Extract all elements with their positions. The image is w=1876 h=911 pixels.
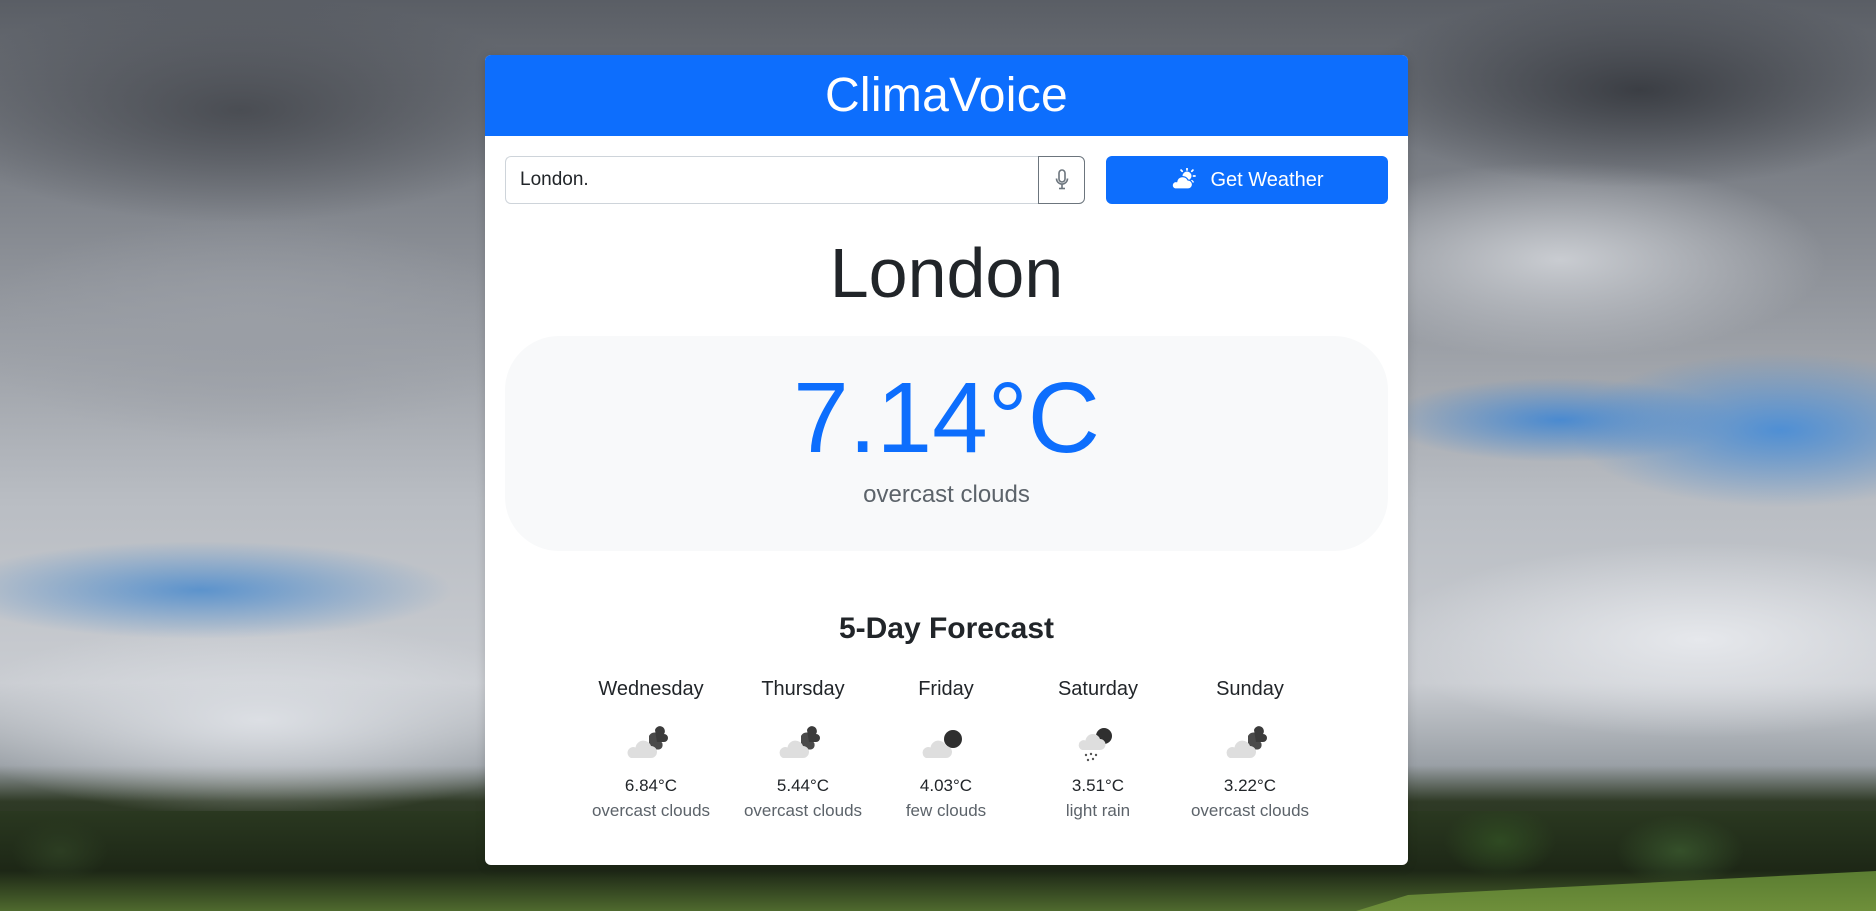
forecast-day-desc: overcast clouds: [1190, 801, 1310, 820]
app-title: ClimaVoice: [824, 69, 1069, 122]
forecast-day-temp: 5.44°C: [776, 776, 830, 795]
microphone-icon: [1055, 169, 1068, 190]
current-description: overcast clouds: [863, 481, 1030, 508]
weather-card: ClimaVoice London. Get Weather London 7.…: [485, 55, 1408, 865]
voice-input-button[interactable]: [1038, 156, 1085, 204]
forecast-day-desc: few clouds: [905, 801, 987, 820]
forecast-day-temp: 3.22°C: [1223, 776, 1277, 795]
forecast-day-temp: 3.51°C: [1071, 776, 1125, 795]
forecast-day-name: Thursday: [761, 678, 845, 700]
forecast-day: Saturday 3.51°C light rain: [1022, 677, 1174, 821]
forecast-day: Sunday 3.22°C overcast clouds: [1174, 677, 1326, 821]
few-clouds-icon: [922, 730, 962, 758]
forecast-day-name: Wednesday: [598, 678, 704, 700]
forecast-list: Wednesday 6.84°C overcast clouds Thursda…: [485, 677, 1408, 827]
forecast-day: Thursday 5.44°C overcast clouds: [727, 677, 879, 821]
forecast-day-temp: 6.84°C: [624, 776, 678, 795]
forecast-day-desc: light rain: [1065, 801, 1131, 820]
forecast-day: Friday 4.03°C few clouds: [870, 677, 1022, 821]
overcast-clouds-icon: [627, 726, 668, 758]
forecast-day-desc: overcast clouds: [743, 801, 863, 820]
overcast-clouds-icon: [779, 726, 820, 758]
city-input-group: [505, 156, 1085, 204]
city-name: London: [829, 234, 1064, 312]
get-weather-label: Get Weather: [1210, 168, 1324, 191]
overcast-clouds-icon: [1226, 726, 1267, 758]
cloud-sun-icon: [1172, 168, 1197, 190]
city-search-input[interactable]: [505, 156, 1038, 204]
forecast-day-temp: 4.03°C: [919, 776, 973, 795]
current-weather-panel: 7.14°C overcast clouds: [505, 336, 1388, 551]
forecast-day-desc: overcast clouds: [591, 801, 711, 820]
forecast-day-name: Saturday: [1057, 678, 1139, 700]
forecast-day: Wednesday 6.84°C overcast clouds: [575, 677, 727, 821]
light-rain-icon: [1078, 728, 1112, 762]
forecast-day-name: Sunday: [1216, 678, 1284, 700]
forecast-day-name: Friday: [918, 678, 974, 700]
current-temperature: 7.14°C: [793, 362, 1100, 474]
app-header: ClimaVoice: [485, 55, 1408, 136]
forecast-title: 5-Day Forecast: [838, 612, 1055, 645]
search-row: Get Weather: [505, 156, 1388, 204]
get-weather-button[interactable]: Get Weather: [1106, 156, 1388, 204]
